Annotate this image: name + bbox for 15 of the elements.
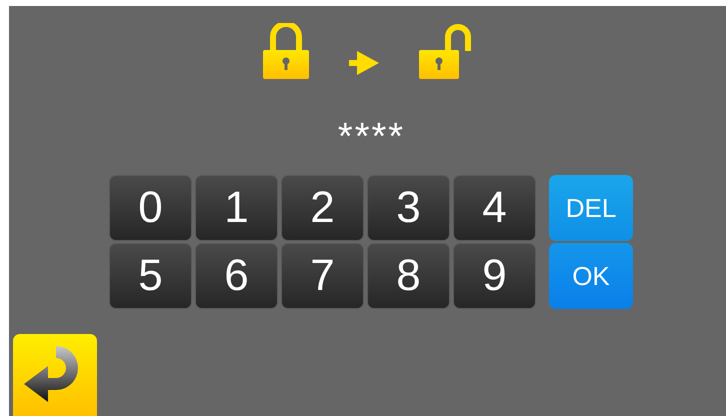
code-display: **** xyxy=(336,117,406,157)
digit-key[interactable]: 9 xyxy=(453,243,536,309)
digit-key[interactable]: 2 xyxy=(281,175,364,241)
back-button[interactable] xyxy=(13,334,97,416)
digit-key[interactable]: 7 xyxy=(281,243,364,309)
arrow-icon xyxy=(348,51,378,75)
digit-key[interactable]: 0 xyxy=(109,175,192,241)
digit-key[interactable]: 6 xyxy=(195,243,278,309)
digit-key[interactable]: 3 xyxy=(367,175,450,241)
ok-button[interactable]: OK xyxy=(549,243,633,309)
digit-key[interactable]: 8 xyxy=(367,243,450,309)
digit-key[interactable]: 4 xyxy=(453,175,536,241)
digit-key[interactable]: 5 xyxy=(109,243,192,309)
digit-key[interactable]: 1 xyxy=(195,175,278,241)
padlock-icon xyxy=(262,23,308,79)
